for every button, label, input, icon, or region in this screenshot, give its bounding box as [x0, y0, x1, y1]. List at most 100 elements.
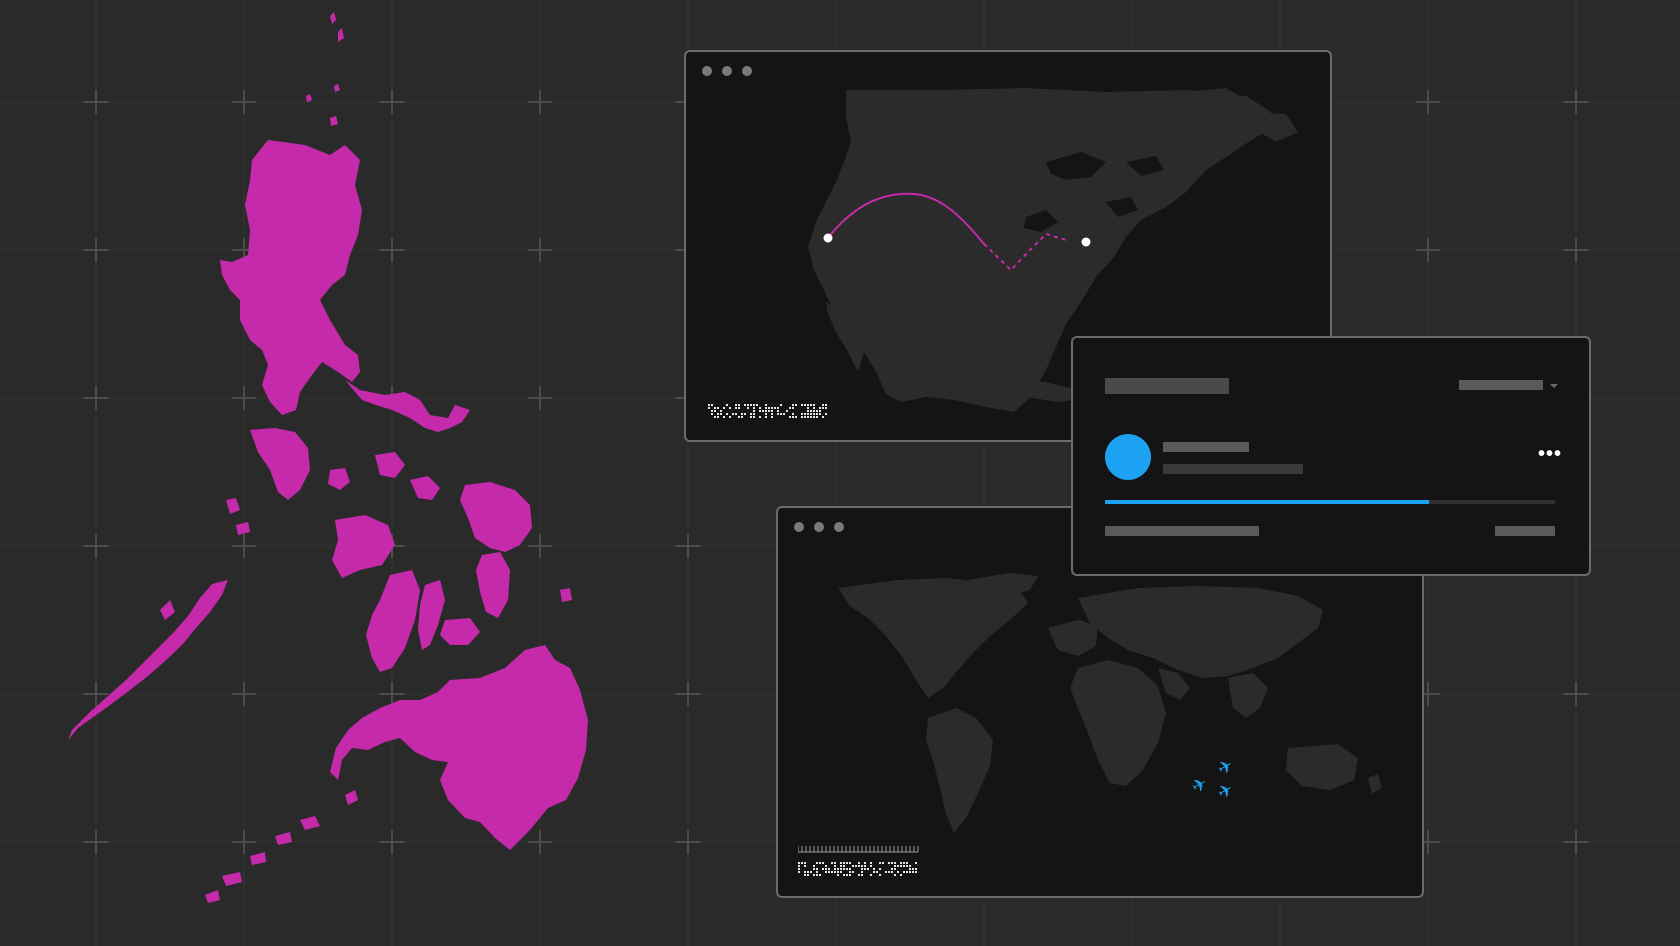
pixel-code-label	[708, 404, 827, 418]
pixel	[903, 865, 905, 867]
chevron-down-icon[interactable]	[1550, 384, 1558, 388]
pixel	[804, 874, 806, 876]
pixel	[861, 874, 863, 876]
pixel	[864, 862, 866, 864]
pixel	[813, 404, 815, 406]
pixel	[906, 862, 908, 864]
details-card: •••	[1071, 336, 1591, 576]
pixel	[807, 413, 809, 415]
pixel	[843, 868, 845, 870]
pixel	[717, 407, 719, 409]
pixel	[813, 868, 815, 870]
pixel	[708, 407, 710, 409]
pixel	[771, 416, 773, 418]
pixel	[801, 413, 803, 415]
pixel	[870, 862, 872, 864]
pixel	[753, 404, 755, 406]
pixel	[849, 868, 851, 870]
pixel	[708, 404, 710, 406]
pixel	[825, 413, 827, 415]
pixel	[822, 404, 824, 406]
pixel	[834, 871, 836, 873]
pixel	[870, 874, 872, 876]
pixel	[819, 410, 821, 412]
pixel	[861, 868, 863, 870]
pixel	[801, 862, 803, 864]
pixel	[819, 874, 821, 876]
pixel	[765, 404, 767, 406]
pixel	[753, 413, 755, 415]
pixel	[789, 416, 791, 418]
pixel	[915, 862, 917, 864]
pixel	[825, 407, 827, 409]
pixel	[813, 874, 815, 876]
pixel	[804, 404, 806, 406]
pixel	[771, 410, 773, 412]
pixel	[849, 874, 851, 876]
pixel	[891, 862, 893, 864]
pixel	[720, 413, 722, 415]
pixel	[825, 871, 827, 873]
pixel	[822, 416, 824, 418]
pixel	[861, 865, 863, 867]
pixel	[858, 862, 860, 864]
route-destination-dot[interactable]	[1081, 237, 1091, 247]
pixel	[816, 862, 818, 864]
ellipsis-icon[interactable]: •••	[1538, 444, 1562, 464]
pixel	[888, 862, 890, 864]
pixel	[798, 862, 800, 864]
pixel	[822, 868, 824, 870]
pixel	[810, 871, 812, 873]
pixel	[711, 410, 713, 412]
pixel	[807, 871, 809, 873]
pixel	[846, 874, 848, 876]
pixel	[846, 862, 848, 864]
pixel	[774, 407, 776, 409]
pixel	[795, 404, 797, 406]
pixel	[750, 413, 752, 415]
pixel	[816, 413, 818, 415]
pixel	[777, 410, 779, 412]
pixel	[726, 413, 728, 415]
pixel	[894, 862, 896, 864]
pixel	[714, 410, 716, 412]
pixel	[891, 871, 893, 873]
pixel	[894, 868, 896, 870]
pixel-scale-label	[798, 846, 919, 876]
avatar[interactable]	[1105, 434, 1151, 480]
pixel	[714, 416, 716, 418]
pixel	[894, 865, 896, 867]
pixel	[780, 413, 782, 415]
pixel	[735, 407, 737, 409]
pixel	[864, 865, 866, 867]
pixel	[816, 871, 818, 873]
dropdown-placeholder[interactable]	[1459, 380, 1543, 390]
pixel	[807, 410, 809, 412]
pixel	[906, 871, 908, 873]
pixel	[762, 410, 764, 412]
pixel	[786, 410, 788, 412]
pixel	[711, 404, 713, 406]
pixel	[903, 871, 905, 873]
pixel	[822, 407, 824, 409]
pixel	[792, 404, 794, 406]
pixel	[873, 868, 875, 870]
pixel	[840, 865, 842, 867]
pixel	[858, 865, 860, 867]
pixel	[843, 862, 845, 864]
pixel	[798, 871, 800, 873]
pixel	[810, 410, 812, 412]
pixel	[789, 407, 791, 409]
pixel	[765, 407, 767, 409]
pixel	[837, 868, 839, 870]
pixel	[798, 865, 800, 867]
pixel	[909, 868, 911, 870]
pixel	[834, 868, 836, 870]
pixel	[771, 407, 773, 409]
pixel	[780, 404, 782, 406]
pixel	[846, 868, 848, 870]
pixel	[894, 874, 896, 876]
pixel	[717, 413, 719, 415]
pixel	[858, 874, 860, 876]
route-origin-dot[interactable]	[823, 233, 833, 243]
